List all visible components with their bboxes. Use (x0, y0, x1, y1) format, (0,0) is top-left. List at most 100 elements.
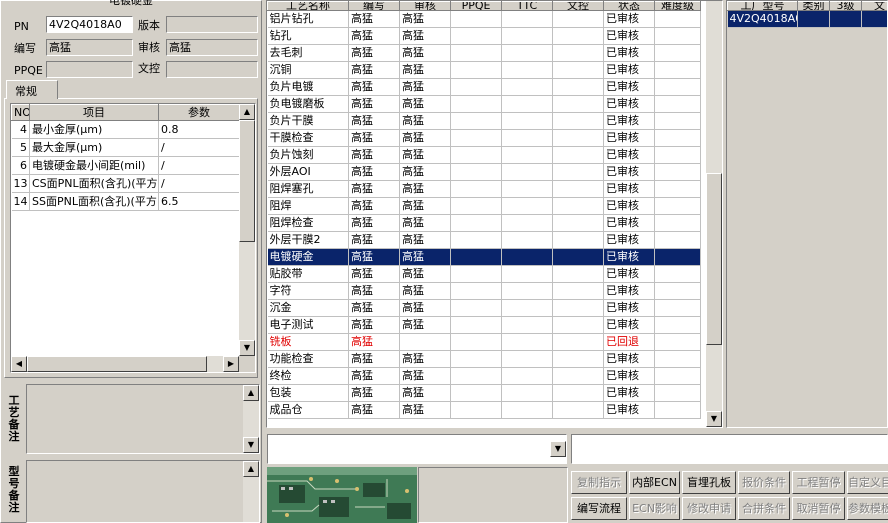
process-row[interactable]: 贴胶带 高猛 高猛 已审核 (267, 265, 701, 283)
model-header-model[interactable]: 工厂型号 (727, 1, 798, 11)
copy-instruction-button[interactable]: 复制指示 (571, 471, 627, 494)
process-row[interactable]: 沉铜 高猛 高猛 已审核 (267, 61, 701, 79)
engineering-pause-button[interactable]: 工程暂停 (792, 471, 845, 494)
param-row[interactable]: 6 电镀硬金最小间距(mil) / (11, 156, 240, 175)
param-value[interactable]: 6.5 (158, 192, 240, 211)
process-ttc-cell (501, 146, 553, 164)
param-value[interactable]: 0.8 (158, 120, 240, 139)
param-row[interactable]: 14 SS面PNL面积(含孔)(平方 6.5 (11, 192, 240, 211)
process-scrollbar[interactable]: ▼ (706, 1, 722, 427)
param-scroll-thumb[interactable] (239, 120, 255, 242)
scroll-down-icon[interactable]: ▼ (243, 437, 259, 453)
process-row[interactable]: 外层AOI 高猛 高猛 已审核 (267, 163, 701, 181)
process-scroll-thumb[interactable] (706, 1, 722, 173)
model-note-box[interactable]: ▲ (26, 460, 260, 523)
process-combo[interactable]: ▼ (267, 434, 567, 464)
param-scroll-thumb-h[interactable] (27, 356, 207, 372)
proc-header-status[interactable]: 状态 (603, 1, 655, 11)
param-scrollbar-h[interactable]: ◀ ▶ (11, 356, 239, 372)
param-header-item[interactable]: 项目 (29, 104, 159, 121)
process-row[interactable]: 阻焊检查 高猛 高猛 已审核 (267, 214, 701, 232)
model-header-wen[interactable]: 文 (861, 1, 887, 11)
process-row[interactable]: 沉金 高猛 高猛 已审核 (267, 299, 701, 317)
review-field[interactable]: 高猛 (166, 39, 258, 56)
param-value[interactable]: / (158, 138, 240, 157)
process-row[interactable]: 负片电镀 高猛 高猛 已审核 (267, 78, 701, 96)
model-row[interactable]: 4V2Q4018A0 (727, 10, 887, 28)
merge-condition-button[interactable]: 合拼条件 (738, 497, 790, 520)
custom-item-button[interactable]: 自定义目 (847, 471, 888, 494)
scroll-down-icon[interactable]: ▼ (706, 411, 722, 427)
scroll-up-icon[interactable]: ▲ (243, 385, 259, 401)
proc-header-author[interactable]: 编写 (348, 1, 400, 11)
process-row[interactable]: 电镀硬金 高猛 高猛 已审核 (267, 248, 701, 266)
param-row[interactable]: 13 CS面PNL面积(含孔)(平方 / (11, 174, 240, 193)
model-header-level[interactable]: 3级 (829, 1, 862, 11)
version-field[interactable] (166, 16, 258, 33)
write-flow-button[interactable]: 编写流程 (571, 497, 627, 520)
process-reviewer-cell: 高猛 (399, 350, 451, 368)
scroll-left-icon[interactable]: ◀ (11, 356, 27, 372)
blind-buried-hole-button[interactable]: 盲埋孔板 (682, 471, 736, 494)
scroll-up-icon[interactable]: ▲ (243, 461, 259, 477)
process-wenkong-cell (552, 197, 604, 215)
ecn-impact-button[interactable]: ECN影响 (629, 497, 680, 520)
process-status-cell: 已审核 (603, 112, 655, 130)
param-value[interactable]: / (158, 174, 240, 193)
param-template-button[interactable]: 参数模板 (847, 497, 888, 520)
scroll-up-icon[interactable]: ▲ (239, 104, 255, 120)
proc-header-name[interactable]: 工艺名称 (267, 1, 349, 11)
chevron-down-icon[interactable]: ▼ (550, 441, 566, 457)
param-header-value[interactable]: 参数 (158, 104, 240, 121)
proc-header-ppqe[interactable]: PPQE (450, 1, 502, 11)
param-scrollbar-v[interactable]: ▲ ▼ (239, 104, 255, 356)
process-difficulty-cell (654, 112, 701, 130)
process-row[interactable]: 去毛刺 高猛 高猛 已审核 (267, 44, 701, 62)
ppqe-field[interactable] (46, 61, 133, 78)
proc-header-reviewer[interactable]: 审核 (399, 1, 451, 11)
wenkong-field[interactable] (166, 61, 258, 78)
process-difficulty-cell (654, 401, 701, 419)
scroll-right-icon[interactable]: ▶ (223, 356, 239, 372)
process-row[interactable]: 负片干膜 高猛 高猛 已审核 (267, 112, 701, 130)
process-author-cell: 高猛 (348, 180, 400, 198)
process-row[interactable]: 终检 高猛 高猛 已审核 (267, 367, 701, 385)
process-scroll-thumb[interactable] (706, 173, 722, 345)
process-row[interactable]: 阻焊塞孔 高猛 高猛 已审核 (267, 180, 701, 198)
process-row[interactable]: 铝片钻孔 高猛 高猛 已审核 (267, 10, 701, 28)
author-field[interactable]: 高猛 (46, 39, 133, 56)
model-header-category[interactable]: 类别 (797, 1, 830, 11)
process-row[interactable]: 字符 高猛 高猛 已审核 (267, 282, 701, 300)
remark-input[interactable] (571, 434, 888, 464)
process-row[interactable]: 功能检查 高猛 高猛 已审核 (267, 350, 701, 368)
param-row[interactable]: 4 最小金厚(μm) 0.8 (11, 120, 240, 139)
modify-request-button[interactable]: 修改申请 (682, 497, 736, 520)
param-header-no[interactable]: NO (11, 104, 30, 121)
cancel-pause-button[interactable]: 取消暂停 (792, 497, 845, 520)
tab-general[interactable]: 常规 (6, 80, 58, 99)
process-row[interactable]: 干膜检查 高猛 高猛 已审核 (267, 129, 701, 147)
model-note-scrollbar[interactable]: ▲ (243, 461, 259, 522)
proc-header-ttc[interactable]: TTC (501, 1, 553, 11)
process-status-cell: 已审核 (603, 316, 655, 334)
process-row[interactable]: 电子测试 高猛 高猛 已审核 (267, 316, 701, 334)
process-row[interactable]: 包装 高猛 高猛 已审核 (267, 384, 701, 402)
process-row[interactable]: 阻焊 高猛 高猛 已审核 (267, 197, 701, 215)
internal-ecn-button[interactable]: 内部ECN (629, 471, 680, 494)
process-row[interactable]: 负片蚀刻 高猛 高猛 已审核 (267, 146, 701, 164)
param-row[interactable]: 5 最大金厚(μm) / (11, 138, 240, 157)
param-value[interactable]: / (158, 156, 240, 175)
process-row[interactable]: 铣板 高猛 已回退 (267, 333, 701, 351)
process-row[interactable]: 外层干膜2 高猛 高猛 已审核 (267, 231, 701, 249)
process-row[interactable]: 负电镀磨板 高猛 高猛 已审核 (267, 95, 701, 113)
process-row[interactable]: 钻孔 高猛 高猛 已审核 (267, 27, 701, 45)
process-note-scrollbar[interactable]: ▲ ▼ (243, 385, 259, 453)
process-row[interactable]: 成品仓 高猛 高猛 已审核 (267, 401, 701, 419)
proc-header-difficulty[interactable]: 难度级 (654, 1, 701, 11)
process-ppqe-cell (450, 333, 502, 351)
quote-condition-button[interactable]: 报价条件 (738, 471, 790, 494)
proc-header-wenkong[interactable]: 文控 (552, 1, 604, 11)
process-note-box[interactable]: ▲ ▼ (26, 384, 260, 454)
scroll-down-icon[interactable]: ▼ (239, 340, 255, 356)
pn-field[interactable]: 4V2Q4018A0 (46, 16, 133, 33)
